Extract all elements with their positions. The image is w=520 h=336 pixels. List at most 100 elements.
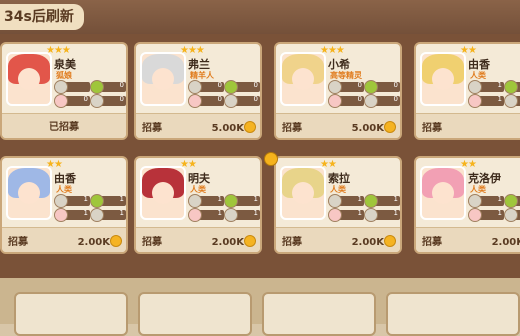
hero-card[interactable]: ★★★ 小希 高等精灵 0 0 0 0 招募 5.00K (274, 42, 402, 140)
recruit-cost: 5.00K (351, 123, 384, 134)
recruit-cost: 2.00K (77, 237, 110, 248)
hero-card[interactable]: ★★★ 泉美 狐娘 0 0 0 已招募 (0, 42, 128, 140)
stat-icon (468, 94, 482, 108)
stat-bar: 0 (328, 80, 364, 94)
stat-bar: 1 (468, 80, 504, 94)
stat-icon (504, 80, 518, 94)
stat-icon (364, 208, 378, 222)
bottom-tray (0, 278, 520, 336)
stat-bar: 1 (504, 94, 520, 108)
bottom-slot[interactable] (386, 292, 520, 336)
stat-icon (328, 94, 342, 108)
stat-icon (54, 208, 68, 222)
stat-bar: 1 (468, 208, 504, 222)
stat-bar: 1 (468, 94, 504, 108)
bottom-slot[interactable] (262, 292, 376, 336)
stat-icon (328, 80, 342, 94)
stat-icon (90, 208, 104, 222)
stat-icon (224, 194, 238, 208)
stat-icon (90, 80, 104, 94)
hero-card[interactable]: ★★ 由香 人类 1 1 1 1 招募 2.00K (0, 156, 128, 254)
stat-bar: 0 (188, 94, 224, 108)
hero-portrait (280, 52, 326, 106)
stat-bar: 1 (54, 194, 90, 208)
stat-icon (188, 194, 202, 208)
stat-icon (504, 194, 518, 208)
hero-card[interactable]: ★★ 索拉 人类 1 1 1 1 招募 2.00K (274, 156, 402, 254)
hero-card[interactable]: ★★ 由香 人类 1 1 1 1 招募 (414, 42, 520, 140)
hero-portrait (140, 52, 186, 106)
recruit-cost: 2.00K (491, 237, 520, 248)
stat-icon (54, 80, 68, 94)
stat-icon (188, 208, 202, 222)
hero-portrait (6, 52, 52, 106)
stat-bar: 0 (224, 80, 260, 94)
hero-portrait (420, 166, 466, 220)
stat-icon (364, 80, 378, 94)
stat-bar: 1 (54, 208, 90, 222)
stat-bar: 0 (54, 94, 90, 108)
stat-icon (90, 194, 104, 208)
stat-icon (468, 80, 482, 94)
recruit-button[interactable]: 招募 (142, 233, 162, 248)
stat-icon (54, 194, 68, 208)
stat-bar: 1 (364, 194, 400, 208)
stat-bar: 1 (224, 208, 260, 222)
hero-card[interactable]: ★★ 明夫 人类 1 1 1 1 招募 2.00K (134, 156, 262, 254)
recruit-cost: 2.00K (351, 237, 384, 248)
stat-bar: 0 (364, 80, 400, 94)
stat-icon (188, 94, 202, 108)
stat-bar: 1 (504, 208, 520, 222)
recruit-button[interactable]: 招募 (282, 233, 302, 248)
stat-icon (364, 194, 378, 208)
stat-icon (364, 94, 378, 108)
stat-icon (468, 194, 482, 208)
stat-icon (54, 94, 68, 108)
refresh-timer: 34s后刷新 (0, 4, 84, 30)
stat-icon (328, 194, 342, 208)
coin-icon (244, 121, 256, 133)
recruit-button[interactable]: 招募 (422, 233, 442, 248)
hero-portrait (280, 166, 326, 220)
recruit-button[interactable]: 招募 (142, 119, 162, 134)
stat-bar (54, 80, 90, 94)
stat-bar: 1 (504, 194, 520, 208)
stat-bar: 0 (188, 80, 224, 94)
hero-card[interactable]: ★★ 克洛伊 人类 1 1 1 1 招募2.00K (414, 156, 520, 254)
hired-label: 已招募 (49, 122, 79, 133)
stat-bar: 1 (468, 194, 504, 208)
stat-bar: 1 (90, 208, 126, 222)
recruit-cost: 5.00K (211, 123, 244, 134)
stat-bar: 1 (328, 208, 364, 222)
notification-dot (264, 152, 278, 166)
stat-bar: 1 (328, 194, 364, 208)
stat-icon (224, 80, 238, 94)
stat-icon (504, 208, 518, 222)
stat-bar: 0 (90, 80, 126, 94)
recruit-button[interactable]: 招募 (282, 119, 302, 134)
stat-icon (468, 208, 482, 222)
stat-bar: 1 (224, 194, 260, 208)
recruit-cost: 2.00K (211, 237, 244, 248)
stat-bar: 0 (328, 94, 364, 108)
recruit-button[interactable]: 招募 (422, 119, 442, 134)
stat-bar: 1 (364, 208, 400, 222)
recruit-button[interactable]: 招募 (8, 233, 28, 248)
stat-icon (188, 80, 202, 94)
bottom-slot[interactable] (14, 292, 128, 336)
bottom-slot[interactable] (138, 292, 252, 336)
hero-card[interactable]: ★★★ 弗兰 精羊人 0 0 0 0 招募 5.00K (134, 42, 262, 140)
stat-bar: 0 (224, 94, 260, 108)
stat-bar: 1 (188, 194, 224, 208)
stat-bar: 1 (90, 194, 126, 208)
stat-bar: 1 (188, 208, 224, 222)
stat-bar: 1 (504, 80, 520, 94)
stat-icon (90, 94, 104, 108)
stat-icon (224, 208, 238, 222)
hero-portrait (420, 52, 466, 106)
hero-portrait (140, 166, 186, 220)
hero-portrait (6, 166, 52, 220)
coin-icon (244, 235, 256, 247)
coin-icon (384, 121, 396, 133)
stat-icon (328, 208, 342, 222)
